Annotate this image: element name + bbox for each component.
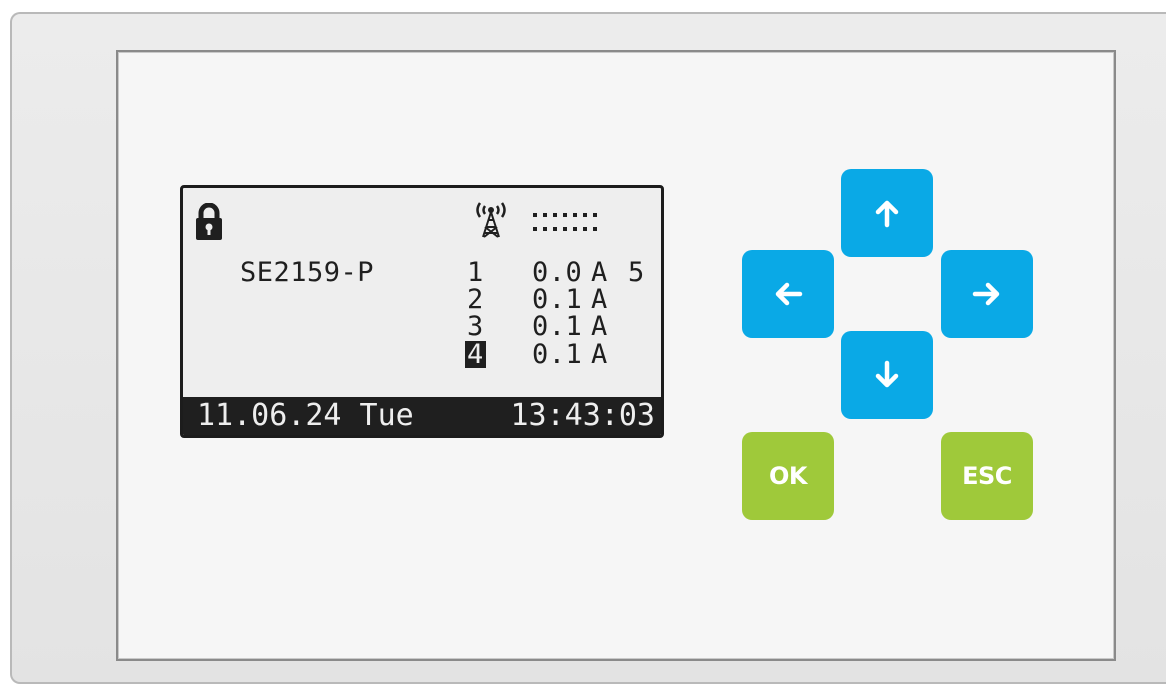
status-date: 11.06.24 Tue <box>197 398 414 433</box>
esc-button[interactable]: ESC <box>941 432 1033 520</box>
channel-current-1: 0.0 <box>532 257 583 288</box>
channel-current-3: 0.1 <box>532 311 583 342</box>
channel-current-2: 0.1 <box>532 284 583 315</box>
arrow-left-icon <box>775 282 803 306</box>
esc-button-label: ESC <box>962 462 1012 490</box>
device-name: SE2159-P <box>240 257 375 288</box>
ok-button-label: OK <box>769 462 808 490</box>
channel-5-label: 5 <box>628 257 645 288</box>
channel-current-4: 0.1 <box>532 339 583 370</box>
channel-number-1: 1 <box>467 257 484 288</box>
arrow-down-icon <box>875 360 899 388</box>
channel-number-4-selected: 4 <box>465 339 486 370</box>
channel-number-2: 2 <box>467 284 484 315</box>
channel-unit-2: A <box>591 284 608 315</box>
lock-icon <box>196 203 222 240</box>
up-button[interactable] <box>841 169 933 257</box>
antenna-icon <box>476 202 506 238</box>
signal-dots-icon <box>533 213 597 233</box>
channel-unit-1: A <box>591 257 608 288</box>
arrow-right-icon <box>972 282 1000 306</box>
right-button[interactable] <box>941 250 1033 338</box>
arrow-up-icon <box>875 200 899 228</box>
left-button[interactable] <box>742 250 834 338</box>
status-time: 13:43:03 <box>510 398 656 433</box>
lcd-display: SE2159-P 1 0.0 A 5 2 0.1 A 3 0.1 A 4 0.1… <box>180 185 664 438</box>
channel-unit-3: A <box>591 311 608 342</box>
channel-unit-4: A <box>591 339 608 370</box>
ok-button[interactable]: OK <box>742 432 834 520</box>
channel-number-3: 3 <box>467 311 484 342</box>
status-bar: 11.06.24 Tue 13:43:03 <box>183 397 661 435</box>
down-button[interactable] <box>841 331 933 419</box>
